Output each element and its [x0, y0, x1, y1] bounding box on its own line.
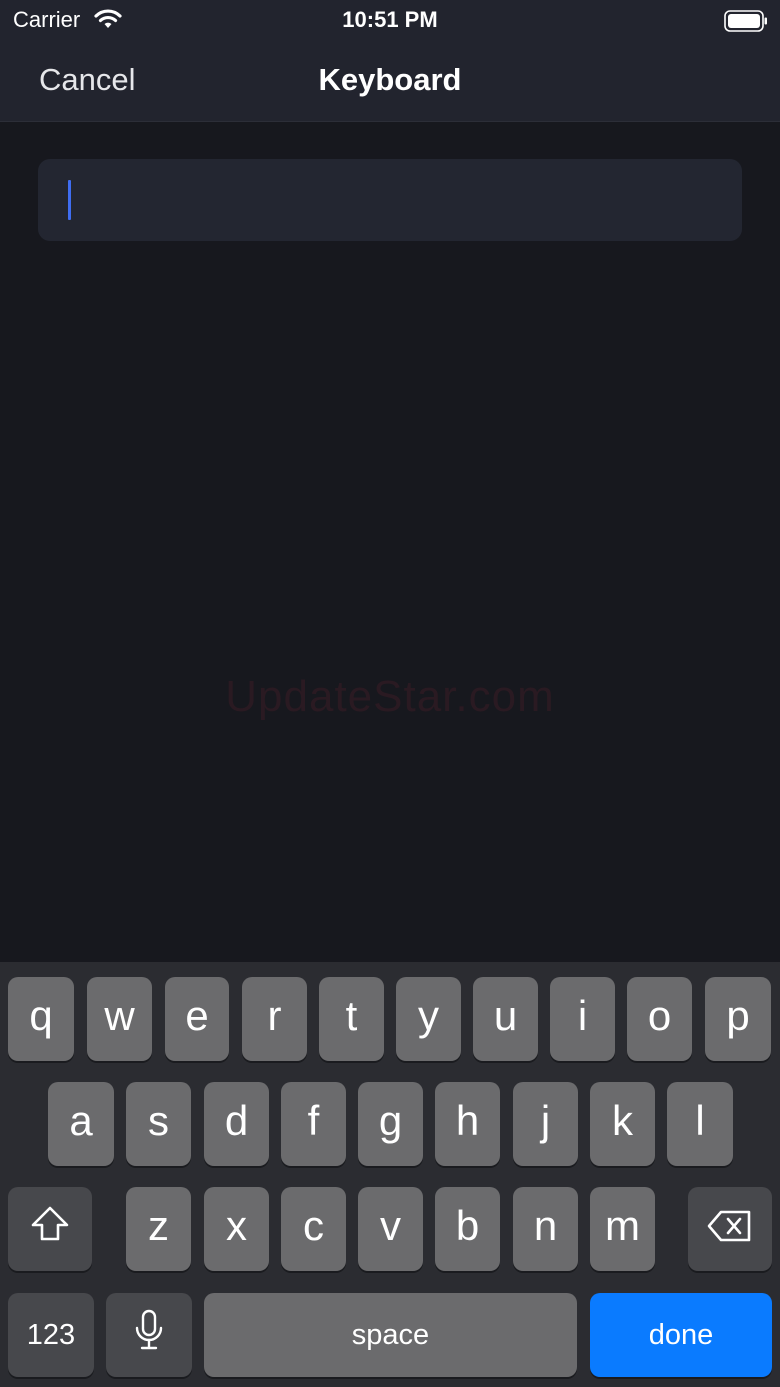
done-key[interactable]: done — [590, 1293, 772, 1377]
key-label: x — [226, 1202, 247, 1249]
key-label: h — [455, 1097, 480, 1144]
key-label: q — [29, 992, 53, 1039]
key-p[interactable]: p — [705, 977, 771, 1061]
battery-icon — [724, 10, 768, 37]
navigation-bar: Cancel Keyboard — [0, 40, 780, 122]
numbers-key-label: 123 — [26, 1318, 76, 1351]
key-label: l — [695, 1097, 705, 1144]
numbers-key[interactable]: 123 — [8, 1293, 94, 1377]
backspace-icon — [707, 1205, 753, 1253]
key-b[interactable]: b — [435, 1187, 500, 1271]
key-n[interactable]: n — [513, 1187, 578, 1271]
key-label: o — [647, 992, 672, 1039]
content-area: UpdateStar.com — [0, 122, 780, 962]
key-label: r — [267, 992, 282, 1039]
key-r[interactable]: r — [242, 977, 307, 1061]
key-label: c — [303, 1202, 324, 1249]
key-y[interactable]: y — [396, 977, 461, 1061]
key-a[interactable]: a — [48, 1082, 114, 1166]
key-label: p — [726, 992, 750, 1039]
key-label: e — [185, 992, 209, 1039]
key-label: u — [493, 992, 518, 1039]
key-label: v — [380, 1202, 401, 1249]
key-t[interactable]: t — [319, 977, 384, 1061]
key-label: z — [148, 1202, 169, 1249]
key-label: a — [69, 1097, 93, 1144]
key-label: t — [345, 992, 358, 1039]
key-k[interactable]: k — [590, 1082, 655, 1166]
key-label: w — [104, 992, 135, 1039]
space-key[interactable]: space — [204, 1293, 577, 1377]
text-field[interactable] — [38, 159, 742, 241]
key-o[interactable]: o — [627, 977, 692, 1061]
status-time: 10:51 PM — [342, 7, 438, 32]
key-v[interactable]: v — [358, 1187, 423, 1271]
key-s[interactable]: s — [126, 1082, 191, 1166]
key-u[interactable]: u — [473, 977, 538, 1061]
key-z[interactable]: z — [126, 1187, 191, 1271]
dictation-key[interactable] — [106, 1293, 192, 1377]
key-g[interactable]: g — [358, 1082, 423, 1166]
key-c[interactable]: c — [281, 1187, 346, 1271]
key-label: y — [418, 992, 439, 1039]
key-q[interactable]: q — [8, 977, 74, 1061]
key-m[interactable]: m — [590, 1187, 655, 1271]
key-label: d — [224, 1097, 249, 1144]
key-x[interactable]: x — [204, 1187, 269, 1271]
key-w[interactable]: w — [87, 977, 152, 1061]
shift-key[interactable] — [8, 1187, 92, 1271]
key-label: g — [378, 1097, 403, 1144]
delete-key[interactable] — [688, 1187, 772, 1271]
key-label: b — [455, 1202, 480, 1249]
space-key-label: space — [351, 1318, 430, 1351]
key-label: n — [533, 1202, 558, 1249]
watermark: UpdateStar.com — [225, 672, 555, 721]
key-j[interactable]: j — [513, 1082, 578, 1166]
key-label: s — [148, 1097, 169, 1144]
keyboard: q w e r t y u i o p a s d f g h j k l z … — [0, 962, 780, 1387]
key-e[interactable]: e — [165, 977, 229, 1061]
status-bar: Carrier 10:51 PM — [0, 0, 780, 40]
key-d[interactable]: d — [204, 1082, 269, 1166]
key-h[interactable]: h — [435, 1082, 500, 1166]
key-i[interactable]: i — [550, 977, 615, 1061]
done-key-label: done — [648, 1318, 714, 1351]
microphone-icon — [134, 1309, 164, 1361]
key-l[interactable]: l — [667, 1082, 733, 1166]
page-title: Keyboard — [318, 62, 462, 97]
shift-icon — [29, 1205, 71, 1253]
key-label: j — [540, 1097, 551, 1144]
text-input[interactable] — [71, 183, 675, 217]
key-label: k — [612, 1097, 633, 1144]
key-label: m — [605, 1202, 640, 1249]
key-f[interactable]: f — [281, 1082, 346, 1166]
key-label: f — [307, 1097, 320, 1144]
key-label: i — [577, 992, 588, 1039]
